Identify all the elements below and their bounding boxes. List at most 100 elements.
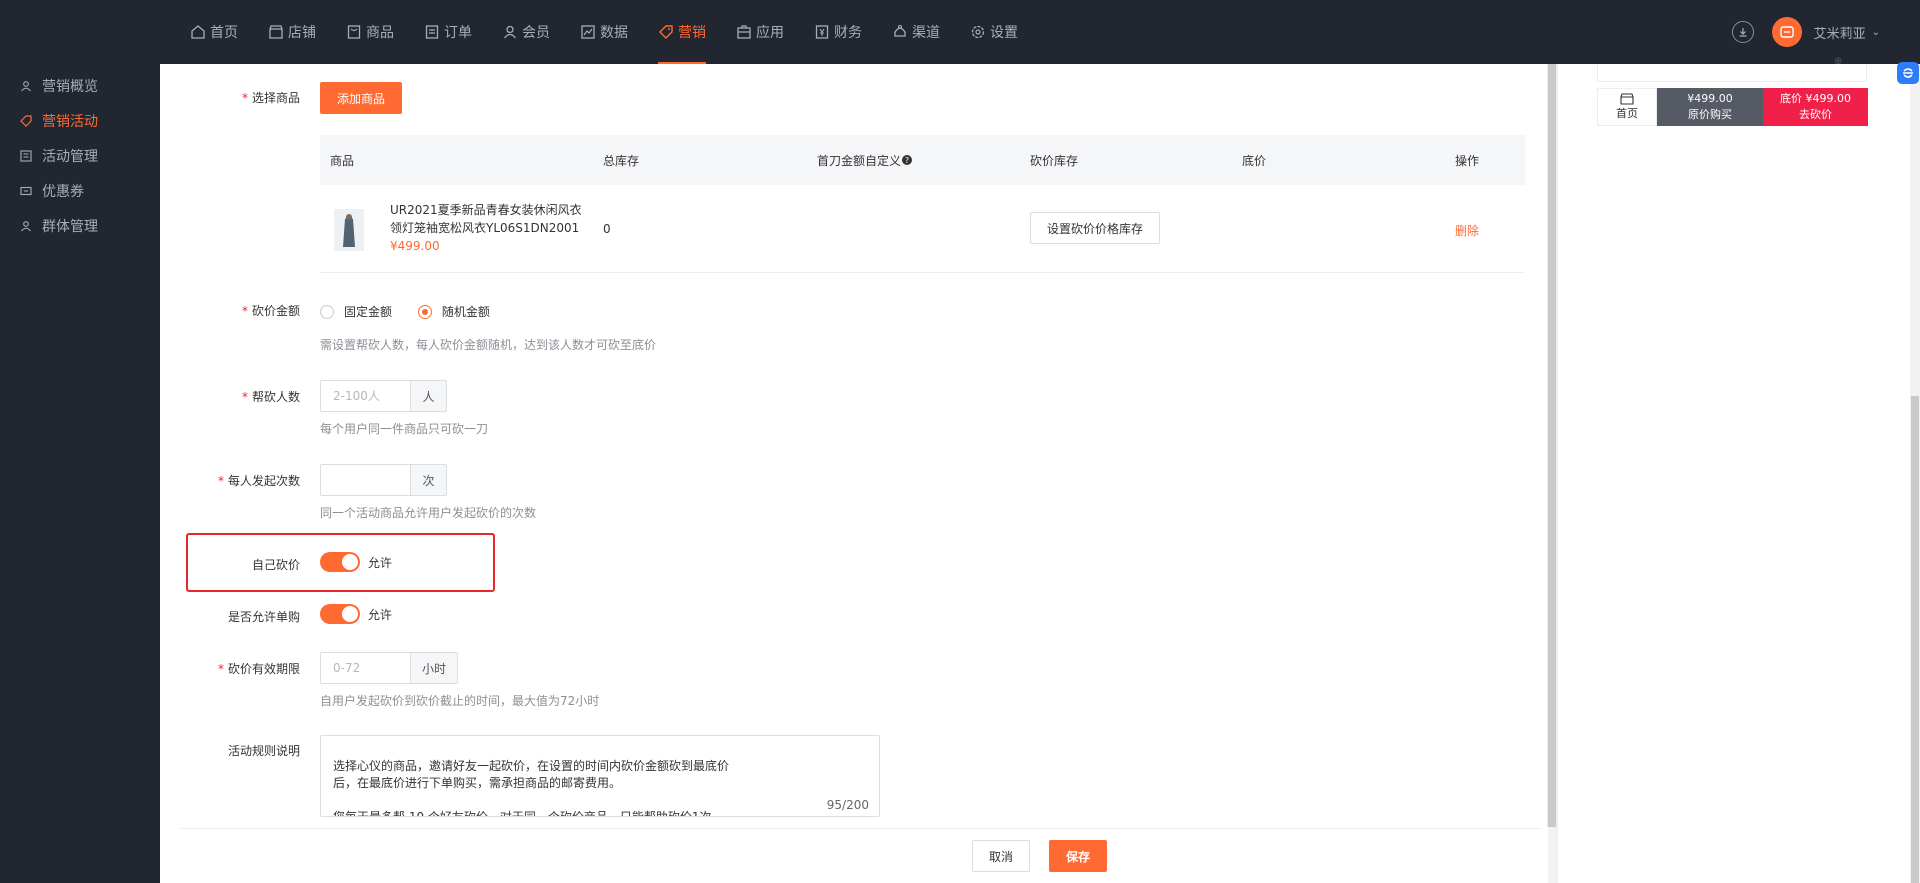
sidebar-item-groups[interactable]: 群体管理 (0, 208, 160, 243)
nav-order[interactable]: 订单 (424, 0, 472, 64)
float-tool-icon[interactable] (1897, 62, 1919, 84)
nav-store[interactable]: 店铺 (268, 0, 316, 64)
user-name[interactable]: 艾米莉亚 (1814, 23, 1866, 42)
column-header: 砍价库存 (1030, 153, 1079, 168)
nav-goods[interactable]: 商品 (346, 0, 394, 64)
main-scrollbar[interactable] (1548, 64, 1556, 827)
goods-icon (347, 25, 361, 39)
sidebar-item-label: 群体管理 (42, 218, 98, 235)
single-buy-label: 是否允许单购 (227, 610, 300, 624)
self-cut-row: 自己砍价 允许 (180, 552, 1540, 576)
preview-bargain: 底价 ¥499.00 去砍价 (1763, 88, 1868, 126)
sidebar-item-overview[interactable]: 营销概览 (0, 68, 160, 103)
nav-settings[interactable]: 设置 (970, 0, 1018, 64)
preview-card (1597, 64, 1867, 82)
sidebar-item-campaigns[interactable]: 营销活动 (0, 103, 160, 138)
amount-label: * 砍价金额 (241, 304, 300, 318)
sidebar-item-activity-manage[interactable]: 活动管理 (0, 138, 160, 173)
rules-counter: 95/200 (826, 797, 869, 814)
self-cut-toggle[interactable] (320, 552, 360, 572)
helpers-input-group: 人 (320, 380, 447, 412)
single-buy-value: 允许 (367, 607, 392, 622)
add-goods-button[interactable]: 添加商品 (320, 82, 402, 114)
nav-marketing[interactable]: 营销 (658, 0, 706, 64)
finance-icon (815, 25, 829, 39)
right-scrollbar[interactable] (1911, 396, 1919, 883)
valid-period-row: *砍价有效期限 小时 自用户发起砍价到砍价截止的时间，最大值为72小时 (180, 652, 1540, 712)
launch-times-label: * 每人发起次数 (217, 474, 300, 488)
column-header: 商品 (330, 153, 355, 168)
select-goods-row: * 选择商品 添加商品 (180, 82, 1540, 116)
nav-member[interactable]: 会员 (502, 0, 550, 64)
group-icon (21, 220, 31, 231)
save-button[interactable]: 保存 (1049, 840, 1107, 872)
helpers-unit: 人 (410, 380, 447, 412)
stock-value: 0 (603, 222, 611, 236)
delete-link[interactable]: 删除 (1455, 222, 1479, 239)
helpers-hint: 每个用户同一件商品只可砍一刀 (320, 422, 489, 436)
rules-row: 活动规则说明 选择心仪的商品，邀请好友一起砍价，在设置的时间内砍价金额砍到最底价… (180, 735, 1540, 825)
order-icon (425, 25, 439, 39)
column-header: 总库存 (603, 153, 640, 168)
nav-label: 商品 (366, 25, 394, 41)
cancel-button[interactable]: 取消 (972, 840, 1030, 872)
random-amount-radio[interactable]: 随机金额 (417, 303, 490, 320)
rules-text: 选择心仪的商品，邀请好友一起砍价，在设置的时间内砍价金额砍到最底价 后，在最底价… (333, 759, 730, 817)
nav-finance[interactable]: 财务 (814, 0, 862, 64)
nav-channel[interactable]: 渠道 (892, 0, 940, 64)
launch-times-input-group: 次 (320, 464, 447, 496)
sidebar-item-label: 活动管理 (42, 148, 98, 165)
nav-home[interactable]: 首页 (190, 0, 238, 64)
set-stock-button[interactable]: 设置砍价价格库存 (1030, 212, 1160, 244)
nav-label: 营销 (678, 25, 706, 41)
select-goods-label: * 选择商品 (241, 91, 300, 105)
tag-icon (659, 25, 673, 39)
column-header: 底价 (1242, 153, 1267, 168)
nav-label: 店铺 (288, 25, 316, 41)
self-cut-value: 允许 (367, 555, 392, 570)
channel-icon (894, 24, 906, 37)
product-thumbnail (334, 209, 364, 251)
store-icon (1620, 93, 1634, 105)
sidebar: 营销概览 营销活动 活动管理 优惠券 群体管理 (0, 64, 160, 883)
amount-hint: 需设置帮砍人数，每人砍价金额随机，达到该人数才可砍至底价 (320, 338, 657, 352)
sidebar-item-coupons[interactable]: 优惠券 (0, 173, 160, 208)
product-name: UR2021夏季新品青春女装休闲风衣领灯笼袖宽松风衣YL06S1DN2001 (390, 203, 582, 235)
coupon-icon (20, 186, 32, 195)
nav-label: 渠道 (912, 25, 940, 41)
chevron-down-icon[interactable]: ⌄ (1872, 27, 1880, 38)
user-icon (503, 25, 517, 39)
column-header: 操作 (1455, 153, 1480, 168)
store-icon (269, 25, 283, 39)
main-nav: 首页 店铺 商品 订单 会员 数据 营销 应用 财务 渠道 设置 (190, 0, 1048, 64)
launch-times-hint: 同一个活动商品允许用户发起砍价的次数 (320, 506, 537, 520)
product-price: ¥499.00 (390, 239, 440, 253)
download-icon[interactable] (1731, 21, 1754, 43)
single-buy-toggle[interactable] (320, 604, 360, 624)
nav-label: 财务 (834, 25, 862, 41)
helpers-label: * 帮砍人数 (241, 390, 300, 404)
fixed-amount-radio[interactable]: 固定金额 (320, 303, 392, 320)
help-icon[interactable]: ? (902, 155, 913, 165)
launch-times-unit: 次 (410, 464, 447, 496)
nav-data[interactable]: 数据 (580, 0, 628, 64)
column-header: 首刀金额自定义 ? (817, 152, 913, 169)
avatar[interactable] (1771, 17, 1802, 47)
valid-period-label: * 砍价有效期限 (217, 662, 300, 676)
table-row: UR2021夏季新品青春女装休闲风衣领灯笼袖宽松风衣YL06S1DN2001 ¥… (320, 185, 1525, 273)
helpers-input[interactable] (320, 380, 410, 412)
top-navigation-bar: 首页 店铺 商品 订单 会员 数据 营销 应用 财务 渠道 设置 艾米莉亚 ⌄ (0, 0, 1920, 64)
table-header: 商品 总库存 首刀金额自定义 ? 砍价库存 底价 操作 (320, 135, 1525, 185)
valid-period-input-group: 小时 (320, 652, 458, 684)
amount-row: * 砍价金额 固定金额 随机金额 需设置帮砍人数，每人砍价金额随机，达到该人数才可… (180, 300, 1540, 360)
nav-app[interactable]: 应用 (736, 0, 784, 64)
rules-textarea[interactable]: 选择心仪的商品，邀请好友一起砍价，在设置的时间内砍价金额砍到最底价 后，在最底价… (320, 735, 880, 817)
valid-period-input[interactable] (320, 652, 410, 684)
launch-times-input[interactable] (320, 464, 410, 496)
home-icon (191, 25, 205, 39)
preview-home: 首页 (1597, 88, 1657, 126)
preview-dismiss-icon: ⊕ (1834, 56, 1843, 67)
app-icon (737, 25, 751, 39)
launch-times-row: * 每人发起次数 次 同一个活动商品允许用户发起砍价的次数 (180, 464, 1540, 524)
product-info: UR2021夏季新品青春女装休闲风衣领灯笼袖宽松风衣YL06S1DN2001 ¥… (390, 201, 590, 255)
